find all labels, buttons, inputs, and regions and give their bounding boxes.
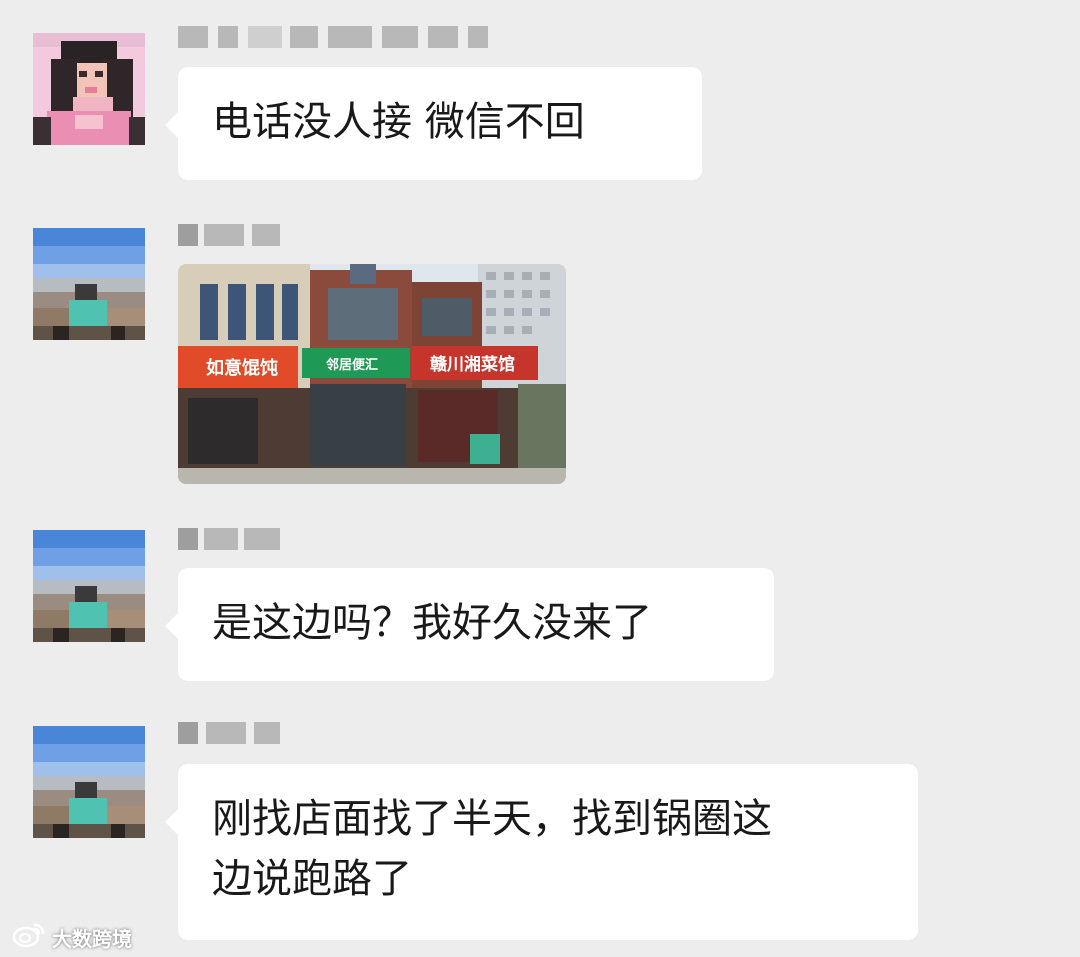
weibo-logo-icon	[12, 922, 46, 952]
message-bubble-text[interactable]: 电话没人接 微信不回	[165, 67, 702, 180]
sign-left: 如意馄饨	[206, 357, 278, 379]
sender-avatar-female[interactable]	[33, 33, 145, 145]
message-bubble-text[interactable]: 刚找店面找了半天，找到锅圈这 边说跑路了	[165, 764, 918, 940]
sign-middle: 邻居便汇	[325, 357, 378, 373]
watermark-text: 大数跨境	[52, 926, 132, 951]
message-bubble-text[interactable]: 是这边吗？我好久没来了	[165, 568, 774, 681]
sender-avatar-landscape[interactable]	[33, 228, 145, 340]
sign-right: 赣川湘菜馆	[430, 354, 515, 375]
message-image-storefront[interactable]: 如意馄饨 邻居便汇 赣川湘菜馆	[178, 264, 566, 484]
sender-avatar-landscape[interactable]	[33, 726, 145, 838]
sender-avatar-landscape[interactable]	[33, 530, 145, 642]
watermark: 大数跨境	[12, 922, 132, 952]
